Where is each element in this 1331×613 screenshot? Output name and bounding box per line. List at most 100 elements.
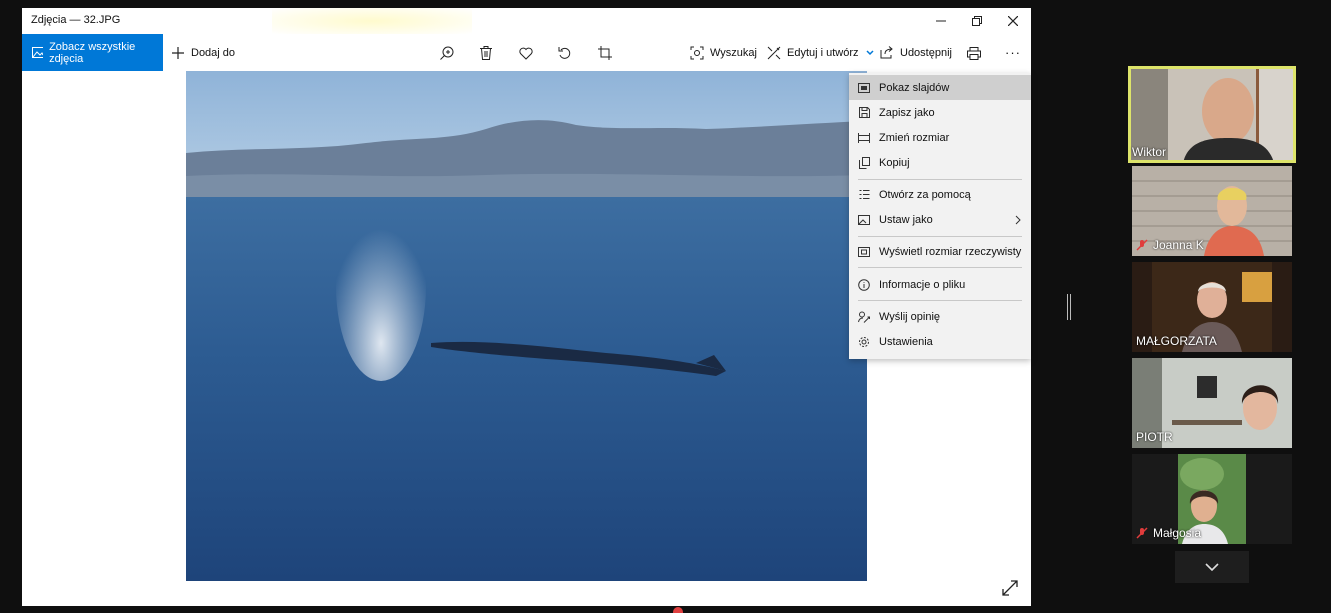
delete-button[interactable] (476, 43, 496, 63)
edit-create-button[interactable]: Edytuj i utwórz (767, 34, 874, 71)
resize-icon (858, 132, 870, 143)
more-label: ··· (1005, 45, 1021, 60)
info-icon (858, 278, 870, 291)
menu-label: Ustawienia (879, 335, 933, 348)
chevron-right-icon (1015, 215, 1021, 224)
menu-label: Otwórz za pomocą (879, 188, 971, 201)
menu-label: Informacje o pliku (879, 278, 966, 291)
printer-icon (967, 46, 981, 60)
participant-name: Małgosia (1136, 526, 1201, 540)
menu-item-slideshow[interactable]: Pokaz slajdów (849, 75, 1031, 100)
edit-create-icon (767, 46, 781, 59)
settings-icon (859, 336, 869, 347)
zoom-in-icon (440, 46, 454, 60)
more-options-menu: Pokaz slajdów Zapisz jako Zmień rozmiar … (849, 73, 1031, 359)
participant-tile[interactable]: MAŁGORZATA (1132, 262, 1292, 352)
menu-label: Wyświetl rozmiar rzeczywisty (879, 245, 1022, 258)
share-button[interactable]: Udostępnij (880, 34, 952, 71)
rotate-icon (558, 47, 571, 59)
more-button[interactable]: ··· (1005, 34, 1021, 71)
mic-muted-icon (1136, 527, 1148, 539)
chevron-down-icon (1205, 563, 1219, 571)
view-all-photos-button[interactable]: Zobacz wszystkie zdjęcia (22, 34, 163, 71)
search-button[interactable]: Wyszukaj (690, 34, 757, 71)
menu-separator (858, 267, 1022, 268)
participant-name: Joanna K (1136, 238, 1204, 252)
menu-item-set-as[interactable]: Ustaw jako (849, 207, 1031, 232)
menu-separator (858, 236, 1022, 237)
menu-label: Wyślij opinię (879, 310, 941, 323)
print-button[interactable] (964, 43, 984, 63)
plus-icon (172, 46, 184, 59)
restore-icon (972, 16, 982, 26)
photo-view[interactable] (186, 71, 867, 581)
participant-name: MAŁGORZATA (1136, 334, 1217, 348)
participant-name: Wiktor (1132, 145, 1166, 159)
menu-label: Zmień rozmiar (879, 131, 950, 144)
title-glow (272, 8, 472, 34)
share-icon (880, 46, 893, 59)
actual-size-icon (858, 246, 870, 257)
participant-tile[interactable]: PIOTR (1132, 358, 1292, 448)
chevron-down-icon (866, 49, 874, 55)
feedback-icon (858, 311, 870, 323)
close-icon (1008, 16, 1018, 26)
photos-icon (32, 47, 44, 58)
favorite-button[interactable] (516, 43, 536, 63)
expand-icon (1002, 580, 1018, 596)
participant-tile[interactable]: Małgosia (1132, 454, 1292, 544)
participant-name-text: MAŁGORZATA (1136, 334, 1217, 348)
slideshow-icon (858, 82, 870, 93)
participant-name-text: Wiktor (1132, 145, 1166, 159)
open-with-icon (859, 190, 869, 199)
rotate-button[interactable] (555, 43, 575, 63)
menu-item-save-as[interactable]: Zapisz jako (849, 100, 1031, 125)
menu-item-file-info[interactable]: Informacje o pliku (849, 272, 1031, 297)
edit-create-label: Edytuj i utwórz (787, 46, 859, 59)
minimize-button[interactable] (923, 8, 959, 34)
menu-separator (858, 300, 1022, 301)
menu-item-resize[interactable]: Zmień rozmiar (849, 125, 1031, 150)
menu-item-open-with[interactable]: Otwórz za pomocą (849, 182, 1031, 207)
whale-photo (186, 71, 867, 581)
visual-search-icon (690, 46, 704, 59)
restore-button[interactable] (959, 8, 995, 34)
add-to-button[interactable]: Dodaj do (172, 34, 235, 71)
recording-indicator (673, 607, 683, 613)
menu-item-send-feedback[interactable]: Wyślij opinię (849, 304, 1031, 329)
participant-name-text: PIOTR (1136, 430, 1173, 444)
fullscreen-button[interactable] (1002, 580, 1018, 601)
menu-separator (858, 179, 1022, 180)
mic-muted-icon (1136, 239, 1148, 251)
menu-label: Pokaz slajdów (879, 81, 950, 94)
scroll-down-button[interactable] (1175, 551, 1249, 583)
close-button[interactable] (995, 8, 1031, 34)
menu-item-actual-size[interactable]: Wyświetl rozmiar rzeczywisty (849, 239, 1031, 264)
trash-icon (480, 46, 492, 60)
toolbar: Zobacz wszystkie zdjęcia Dodaj do Wyszuk… (22, 34, 1031, 71)
title-bar: Zdjęcia — 32.JPG (22, 8, 1031, 34)
menu-label: Kopiuj (879, 156, 910, 169)
participant-name-text: Małgosia (1153, 526, 1202, 540)
crop-icon (598, 46, 612, 60)
share-label: Udostępnij (900, 46, 952, 59)
participant-tile[interactable]: Joanna K (1132, 166, 1292, 256)
menu-label: Ustaw jako (879, 213, 933, 226)
menu-label: Zapisz jako (879, 106, 935, 119)
participant-name: PIOTR (1136, 430, 1173, 444)
menu-item-copy[interactable]: Kopiuj (849, 150, 1031, 175)
window-title: Zdjęcia — 32.JPG (31, 14, 121, 26)
search-label: Wyszukaj (710, 46, 757, 59)
set-as-icon (858, 214, 870, 225)
panel-resize-handle[interactable] (1067, 294, 1071, 320)
zoom-in-button[interactable] (437, 43, 457, 63)
add-to-label: Dodaj do (191, 46, 236, 59)
save-icon (858, 107, 870, 118)
participant-name-text: Joanna K (1153, 238, 1204, 252)
menu-item-settings[interactable]: Ustawienia (849, 329, 1031, 354)
participant-tile[interactable]: Wiktor (1128, 66, 1296, 163)
heart-icon (519, 47, 533, 60)
minimize-icon (936, 20, 946, 22)
crop-button[interactable] (595, 43, 615, 63)
copy-icon (858, 156, 870, 169)
